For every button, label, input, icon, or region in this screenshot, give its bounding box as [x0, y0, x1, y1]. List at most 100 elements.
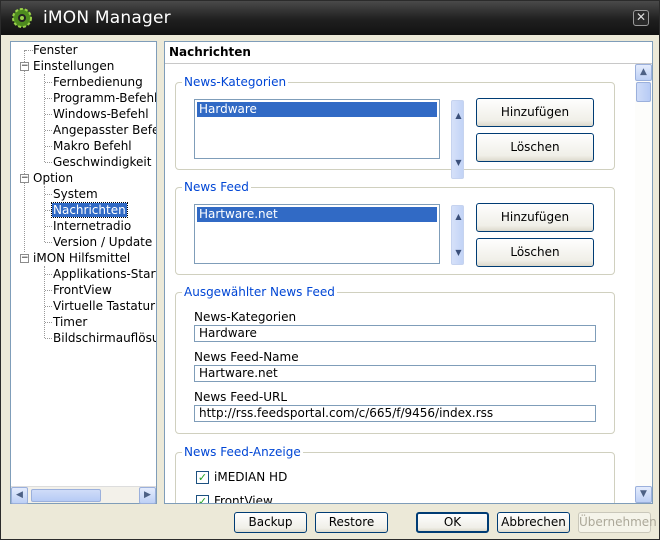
group-label: News Feed: [182, 180, 251, 194]
tree-item-applikations-starter[interactable]: Applikations-Starter: [53, 266, 156, 282]
tree-item-label: Angepasster Befehl: [53, 123, 156, 137]
tree-item-label: Einstellungen: [33, 59, 115, 73]
title-divider: [165, 63, 652, 64]
close-button[interactable]: ✕: [633, 10, 649, 26]
add-category-button[interactable]: Hinzufügen: [476, 98, 594, 127]
frontview-label: FrontView: [214, 494, 273, 504]
tree-item-label: Internetradio: [53, 219, 132, 233]
move-down-icon[interactable]: ▼: [452, 158, 465, 167]
tree-item-virtuelle-tastatur[interactable]: Virtuelle Tastatur: [53, 298, 155, 314]
add-feed-button[interactable]: Hinzufügen: [476, 203, 594, 232]
tree-item-system[interactable]: System: [53, 186, 98, 202]
tree-item-label: Fernbedienung: [53, 75, 143, 89]
tree-item-internetradio[interactable]: Internetradio: [53, 218, 131, 234]
tree-item-label: iMON Hilfsmittel: [33, 251, 131, 265]
expander-glyph: −: [21, 253, 29, 263]
tree-item-label: Virtuelle Tastatur: [53, 299, 156, 313]
move-down-icon[interactable]: ▼: [452, 248, 465, 257]
feed-display-group: News Feed-Anzeige ✓ iMEDIAN HD ✓ FrontVi…: [175, 445, 615, 504]
tree-item-label: Programm-Befehl: [53, 91, 156, 105]
feed-url-field[interactable]: http://rss.feedsportal.com/c/665/f/9456/…: [194, 405, 596, 422]
ok-button[interactable]: OK: [416, 512, 489, 533]
tree-item-timer[interactable]: Timer: [53, 314, 87, 330]
tree-item-frontview[interactable]: FrontView: [53, 282, 112, 298]
collapse-imon-hilfsmittel-icon[interactable]: −: [20, 254, 29, 263]
collapse-option-icon[interactable]: −: [20, 174, 29, 183]
category-field[interactable]: Hardware: [194, 325, 596, 342]
backup-button[interactable]: Backup: [234, 512, 307, 533]
imon-manager-window: iMON Manager ✕ Fenster − Einstellungen F…: [0, 0, 660, 540]
tree-item-einstellungen[interactable]: Einstellungen: [33, 58, 114, 74]
restore-button[interactable]: Restore: [315, 512, 388, 533]
feed-url-label: News Feed-URL: [194, 390, 288, 404]
tree-item-bildschirmaufloesung[interactable]: Bildschirmauflösung: [53, 330, 156, 346]
cancel-button[interactable]: Abbrechen: [497, 512, 570, 533]
tree-horizontal-scrollbar[interactable]: ◀ ▶: [11, 486, 156, 504]
tree-item-makro-befehl[interactable]: Makro Befehl: [53, 138, 132, 154]
feed-name-field[interactable]: Hartware.net: [194, 365, 596, 382]
scroll-up-icon[interactable]: ▲: [635, 64, 652, 81]
expander-glyph: −: [21, 173, 29, 183]
tree-item-label: Makro Befehl: [53, 139, 132, 153]
scroll-left-icon[interactable]: ◀: [11, 487, 28, 504]
group-label: News-Kategorien: [182, 75, 289, 89]
feeds-order-stepper[interactable]: ▲ ▼: [451, 205, 464, 265]
tree-item-angepasster-befehl[interactable]: Angepasster Befehl: [53, 122, 156, 138]
tree-item-imon-hilfsmittel[interactable]: iMON Hilfsmittel: [33, 250, 130, 266]
list-item[interactable]: Hartware.net: [197, 207, 437, 222]
scroll-thumb[interactable]: [636, 82, 651, 102]
tree-item-nachrichten[interactable]: Nachrichten: [51, 202, 128, 218]
tree-item-label: Version / Update: [53, 235, 153, 249]
tree-item-label: Timer: [53, 315, 88, 329]
window-title: iMON Manager: [43, 8, 171, 28]
imedian-hd-label: iMEDIAN HD: [214, 470, 288, 484]
move-up-icon[interactable]: ▲: [452, 212, 465, 221]
page-title: Nachrichten: [169, 45, 251, 59]
scroll-thumb[interactable]: [31, 489, 101, 502]
tree-item-programm-befehl[interactable]: Programm-Befehl: [53, 90, 156, 106]
imon-logo-icon: [12, 8, 32, 28]
close-icon: ✕: [635, 10, 647, 24]
tree-item-label: Geschwindigkeit: [53, 155, 152, 169]
tree-item-label: Fenster: [33, 43, 78, 57]
title-bar[interactable]: iMON Manager ✕: [1, 1, 659, 35]
apply-button[interactable]: Übernehmen: [578, 512, 657, 533]
tree-item-label: FrontView: [53, 283, 112, 297]
tree-item-label: Applikations-Starter: [53, 267, 156, 281]
feeds-listbox[interactable]: Hartware.net: [194, 204, 440, 264]
tree-content: Fenster − Einstellungen Fernbedienung Pr…: [11, 42, 156, 486]
list-item[interactable]: Hardware: [197, 102, 437, 117]
group-label: News Feed-Anzeige: [182, 445, 303, 459]
tree-item-fenster[interactable]: Fenster: [33, 42, 78, 58]
scroll-right-icon[interactable]: ▶: [139, 487, 156, 504]
settings-panel: Nachrichten News-Kategorien Hardware ▲ ▼…: [164, 41, 653, 504]
categories-order-stepper[interactable]: ▲ ▼: [451, 100, 464, 179]
tree-item-label: System: [53, 187, 98, 201]
categories-listbox[interactable]: Hardware: [194, 99, 440, 159]
group-label: Ausgewählter News Feed: [182, 285, 337, 299]
tree-item-option[interactable]: Option: [33, 170, 73, 186]
panel-vertical-scrollbar[interactable]: ▲ ▼: [635, 64, 652, 503]
selected-feed-group: Ausgewählter News Feed News-Kategorien H…: [175, 285, 615, 434]
delete-category-button[interactable]: Löschen: [476, 133, 594, 162]
feed-name-label: News Feed-Name: [194, 350, 299, 364]
frontview-checkbox[interactable]: ✓: [196, 495, 209, 503]
delete-feed-button[interactable]: Löschen: [476, 238, 594, 267]
tree-item-version-update[interactable]: Version / Update: [53, 234, 152, 250]
move-up-icon[interactable]: ▲: [452, 111, 465, 120]
tree-item-geschwindigkeit[interactable]: Geschwindigkeit: [53, 154, 151, 170]
news-categories-group: News-Kategorien Hardware ▲ ▼ Hinzufügen …: [175, 75, 615, 179]
navigation-tree[interactable]: Fenster − Einstellungen Fernbedienung Pr…: [10, 41, 157, 504]
news-feed-group: News Feed Hartware.net ▲ ▼ Hinzufügen Lö…: [175, 180, 615, 275]
tree-item-windows-befehl[interactable]: Windows-Befehl: [53, 106, 149, 122]
scroll-down-icon[interactable]: ▼: [635, 486, 652, 503]
expander-glyph: −: [21, 61, 29, 71]
tree-item-label: Nachrichten: [51, 202, 128, 218]
category-field-label: News-Kategorien: [194, 310, 297, 324]
collapse-einstellungen-icon[interactable]: −: [20, 62, 29, 71]
tree-item-label: Option: [33, 171, 74, 185]
tree-item-label: Bildschirmauflösung: [53, 331, 156, 345]
tree-item-label: Windows-Befehl: [53, 107, 149, 121]
tree-item-fernbedienung[interactable]: Fernbedienung: [53, 74, 143, 90]
imedian-hd-checkbox[interactable]: ✓: [196, 471, 209, 484]
